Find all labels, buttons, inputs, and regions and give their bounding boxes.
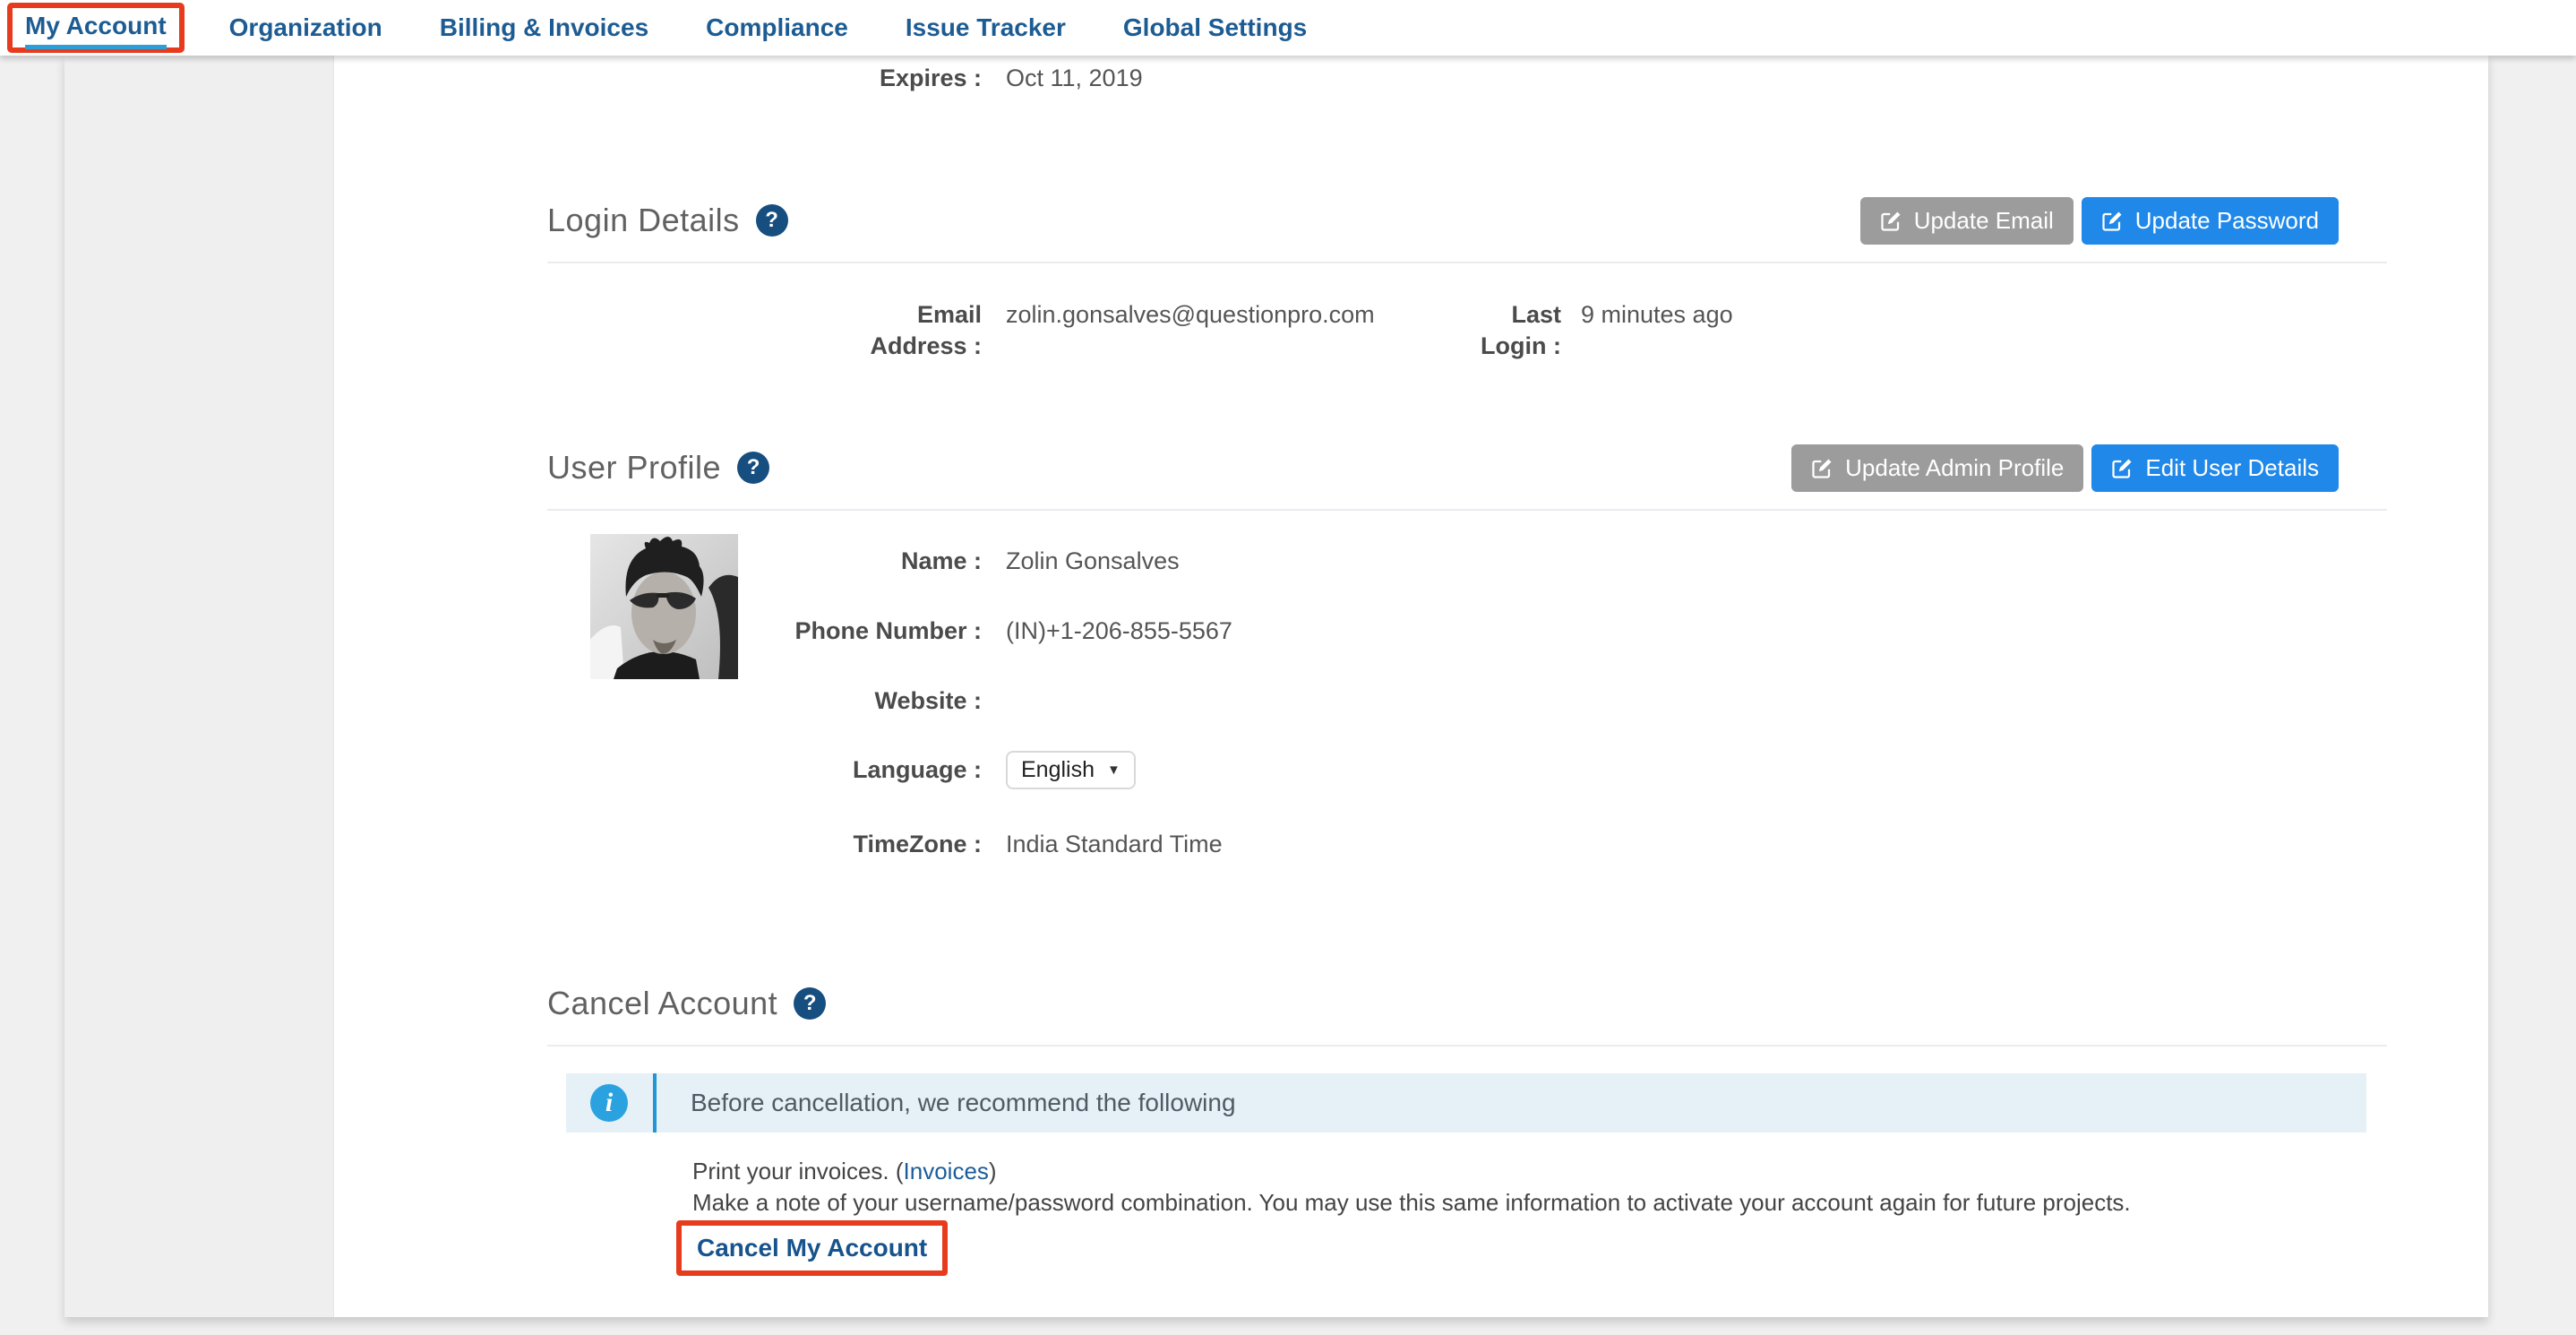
edit-icon: [2101, 210, 2124, 232]
content-card: Expires : Oct 11, 2019 Login Details ?: [64, 56, 2488, 1317]
last-login-label: Last Login :: [1472, 299, 1561, 362]
phone-row: Phone Number : (IN)+1-206-855-5567: [547, 616, 2387, 647]
invoices-link[interactable]: Invoices: [904, 1158, 989, 1184]
timezone-row: TimeZone : India Standard Time: [547, 829, 2387, 860]
cancel-account-header: Cancel Account ?: [547, 975, 2387, 1032]
annotation-box-cancel-account: Cancel My Account: [676, 1220, 948, 1276]
info-icon: i: [590, 1084, 628, 1122]
language-label: Language :: [547, 754, 982, 786]
login-details-title: Login Details: [547, 202, 740, 239]
tab-organization[interactable]: Organization: [229, 13, 382, 42]
website-row: Website :: [547, 685, 2387, 717]
name-label: Name :: [547, 546, 982, 577]
alert-separator: [653, 1073, 657, 1133]
section-divider: [547, 262, 2387, 263]
update-admin-profile-button[interactable]: Update Admin Profile: [1791, 444, 2083, 492]
edit-icon: [1880, 210, 1902, 232]
account-settings-page: My Account Organization Billing & Invoic…: [0, 0, 2576, 1335]
cancel-account-title: Cancel Account: [547, 985, 777, 1022]
tab-issue-tracker[interactable]: Issue Tracker: [906, 13, 1066, 42]
update-admin-profile-label: Update Admin Profile: [1845, 454, 2064, 482]
phone-label: Phone Number :: [547, 616, 982, 647]
edit-icon: [1811, 457, 1833, 479]
section-divider: [547, 509, 2387, 511]
expires-row: Expires : Oct 11, 2019: [547, 63, 2387, 94]
help-icon[interactable]: ?: [737, 452, 769, 484]
main-content: Expires : Oct 11, 2019 Login Details ?: [334, 56, 2488, 1317]
expires-label: Expires :: [547, 63, 982, 94]
name-row: Name : Zolin Gonsalves: [547, 546, 2387, 577]
login-details-fields: Email Address : zolin.gonsalves@question…: [547, 299, 2387, 380]
language-select[interactable]: English ▼: [1006, 751, 1136, 789]
tab-my-account[interactable]: My Account: [25, 12, 167, 49]
update-password-button[interactable]: Update Password: [2082, 197, 2339, 245]
language-row: Language : English ▼: [547, 751, 2387, 789]
phone-value: (IN)+1-206-855-5567: [1006, 616, 2387, 647]
section-divider: [547, 1045, 2387, 1046]
timezone-label: TimeZone :: [547, 829, 982, 860]
user-profile-header: User Profile ? Update Admin Profile: [547, 439, 2387, 496]
help-icon[interactable]: ?: [756, 204, 788, 237]
tab-billing-invoices[interactable]: Billing & Invoices: [440, 13, 648, 42]
chevron-down-icon: ▼: [1107, 762, 1121, 778]
login-details-header: Login Details ? Update Email: [547, 192, 2387, 249]
timezone-value: India Standard Time: [1006, 829, 2387, 860]
top-navigation: My Account Organization Billing & Invoic…: [0, 0, 2576, 56]
language-selected-value: English: [1021, 757, 1095, 783]
update-email-label: Update Email: [1914, 207, 2054, 235]
name-value: Zolin Gonsalves: [1006, 546, 2387, 577]
last-login-value: 9 minutes ago: [1581, 299, 1733, 331]
update-email-button[interactable]: Update Email: [1860, 197, 2074, 245]
edit-user-details-label: Edit User Details: [2145, 454, 2319, 482]
user-profile-title: User Profile: [547, 449, 721, 487]
expires-value: Oct 11, 2019: [1006, 63, 2387, 94]
email-address-label: Email Address :: [838, 299, 982, 362]
tab-global-settings[interactable]: Global Settings: [1123, 13, 1307, 42]
help-icon[interactable]: ?: [794, 987, 826, 1020]
invoices-line-prefix: Print your invoices. (: [692, 1158, 904, 1184]
username-password-note: Make a note of your username/password co…: [692, 1187, 2394, 1218]
left-panel: [64, 56, 334, 1317]
invoices-line-suffix: ): [989, 1158, 997, 1184]
edit-user-details-button[interactable]: Edit User Details: [2091, 444, 2339, 492]
update-password-label: Update Password: [2135, 207, 2319, 235]
tab-compliance[interactable]: Compliance: [706, 13, 848, 42]
website-label: Website :: [547, 685, 982, 717]
cancellation-info-alert: i Before cancellation, we recommend the …: [566, 1073, 2366, 1133]
edit-icon: [2111, 457, 2134, 479]
invoices-line: Print your invoices. (Invoices): [692, 1156, 2394, 1186]
email-address-value: zolin.gonsalves@questionpro.com: [1006, 299, 1375, 331]
alert-message: Before cancellation, we recommend the fo…: [691, 1089, 1236, 1117]
annotation-box-my-account: My Account: [7, 3, 185, 53]
cancel-my-account-link[interactable]: Cancel My Account: [697, 1234, 927, 1262]
